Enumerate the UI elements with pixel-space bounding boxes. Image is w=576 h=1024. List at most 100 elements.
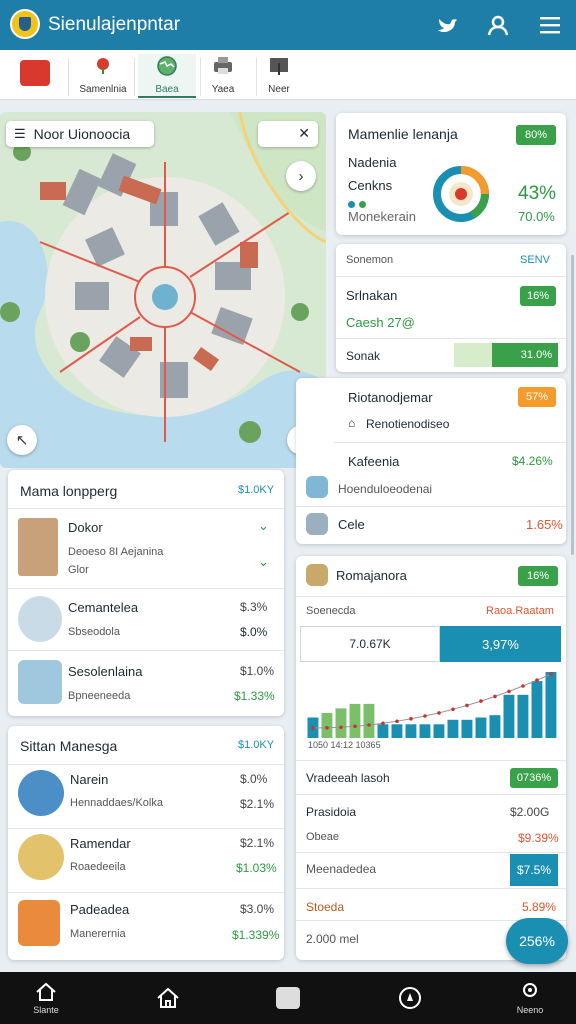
building-thumbnail: [18, 518, 58, 576]
list-item[interactable]: Cemantelea Sbseodola $.3% $.0%: [8, 588, 284, 650]
tab-label: Yaea: [211, 84, 235, 95]
list-item[interactable]: Dokor Deoeso 8I Aejanina Glor ⌄ ⌄: [8, 508, 284, 588]
trend-point: [325, 726, 329, 730]
row-label: Hoenduloeodenai: [338, 482, 433, 496]
nav-compass[interactable]: [378, 972, 442, 1024]
item-value: $2.1%: [240, 797, 275, 811]
trend-point: [423, 714, 427, 718]
street-thumbnail: [18, 834, 64, 880]
item-subtitle: Bpneeneeda: [68, 690, 131, 702]
chart-bar: [475, 717, 487, 738]
stats-card-2: Sonemon SENV Srlnakan 16% Caesh 27@ Sona…: [336, 244, 566, 372]
card-header-value: SENV: [520, 254, 550, 266]
card-title: Sittan Manesga: [20, 738, 118, 754]
trend-point: [507, 689, 511, 694]
divider: [296, 794, 566, 795]
nav-center[interactable]: [256, 972, 320, 1024]
trend-point: [395, 719, 399, 724]
trend-point: [535, 678, 539, 682]
item-title: Dokor: [68, 520, 103, 535]
row-value: $2.00G: [510, 805, 550, 819]
toggle-left[interactable]: 7.0.67K: [300, 626, 440, 662]
tools-icon: ✕: [298, 125, 310, 141]
map-search-box[interactable]: ☰ Noor Uionoocia: [6, 121, 154, 147]
trend-point: [409, 717, 413, 721]
forward-icon[interactable]: ›: [286, 161, 316, 191]
row-label: Cenkns: [348, 178, 393, 193]
trend-point: [339, 725, 343, 730]
item-value: $1.33%: [234, 689, 275, 703]
floating-action-button[interactable]: 256%: [506, 918, 568, 964]
place-thumbnail: [306, 513, 328, 535]
tab-yaea[interactable]: Yaea: [194, 54, 252, 98]
nav-buildings[interactable]: [136, 972, 200, 1024]
divider: [296, 596, 566, 597]
stats-card-3: Riotanodjemar 57% ⌂ Renotienodiseo Kafee…: [296, 378, 566, 544]
card-title: Mama lonpperg: [20, 483, 118, 499]
chart-bar: [447, 719, 459, 738]
tab-label: Neer: [268, 84, 290, 95]
item-title: Padeadea: [70, 902, 130, 917]
nav-profile[interactable]: Neeno: [498, 972, 562, 1024]
nav-home[interactable]: Slante: [14, 972, 78, 1024]
building-icon: [20, 60, 50, 86]
tab-samenlnia[interactable]: Samenlnia: [74, 54, 132, 98]
item-title: Narein: [70, 772, 109, 787]
item-value: $3.0%: [240, 902, 275, 916]
chart-bar: [531, 681, 543, 738]
app-logo[interactable]: [10, 9, 40, 39]
city-map[interactable]: ☰ Noor Uionoocia ✕ › ↖ ↗: [0, 112, 326, 468]
list-item[interactable]: Ramendar Roaedeeila $2.1% $1.03%: [8, 828, 284, 892]
tab-neer[interactable]: Neer: [250, 54, 308, 98]
app-header: Sienulajenpntar: [0, 0, 576, 50]
list-item[interactable]: Padeadea Manerernia $3.0% $1.339%: [8, 892, 284, 956]
map-tool-box[interactable]: ✕: [258, 121, 318, 147]
chart-bar: [545, 672, 557, 738]
x-axis-label: 1050 14:12 10365: [308, 740, 381, 750]
value-highlight[interactable]: $7.5%: [510, 854, 558, 886]
globe-icon: [153, 54, 181, 78]
bird-icon[interactable]: [434, 11, 462, 39]
sign-icon: [265, 54, 293, 78]
nav-label: Slante: [33, 1004, 59, 1015]
row-value: 5.89%: [522, 900, 557, 914]
item-subtitle: Sbseodola: [68, 626, 120, 638]
bottom-navigation: Slante Neeno: [0, 972, 576, 1024]
item-value: $1.03%: [236, 861, 277, 875]
progress-fill: 31.0%: [492, 343, 558, 367]
trend-line: [312, 673, 552, 729]
square-icon: [276, 987, 300, 1009]
tab-baea[interactable]: Baea: [138, 54, 196, 98]
map-graphic: [0, 112, 326, 468]
row-label: Meenadedea: [306, 862, 377, 876]
item-value: $.0%: [240, 772, 268, 786]
card-header-value: $1.0KY: [238, 484, 275, 496]
list-item[interactable]: Sesolenlaina Bpneeneeda $1.0% $1.33%: [8, 650, 284, 712]
flower-icon: [89, 54, 117, 78]
chevron-down-icon[interactable]: ⌄: [258, 518, 269, 534]
trend-point: [437, 711, 441, 715]
chart-bar: [517, 694, 529, 738]
row-label: Prasidoia: [306, 805, 357, 819]
trend-point: [381, 721, 385, 726]
item-value: $.0%: [240, 625, 268, 639]
recenter-icon[interactable]: ↖: [7, 425, 37, 455]
percent-badge: 80%: [516, 125, 556, 145]
toggle-right[interactable]: 3,97%: [440, 626, 561, 662]
legend-dots: [348, 195, 378, 208]
list-item[interactable]: Narein Hennaddaes/Kolka $.0% $2.1%: [8, 764, 284, 828]
home-icon: [36, 982, 56, 1001]
tab-divider: [68, 58, 69, 96]
app-title: Sienulajenpntar: [48, 14, 181, 35]
row-label: Cele: [338, 517, 365, 532]
row-label: Obeae: [306, 831, 340, 843]
menu-icon[interactable]: [536, 11, 564, 39]
tab-home[interactable]: [6, 54, 64, 98]
divider: [296, 506, 566, 507]
user-icon[interactable]: [484, 11, 512, 39]
row-label: Caesh 27@: [346, 315, 415, 330]
chart-bar: [349, 703, 361, 738]
chevron-down-icon[interactable]: ⌄: [258, 554, 269, 570]
trend-point: [493, 694, 497, 699]
scrollbar[interactable]: [571, 255, 574, 555]
